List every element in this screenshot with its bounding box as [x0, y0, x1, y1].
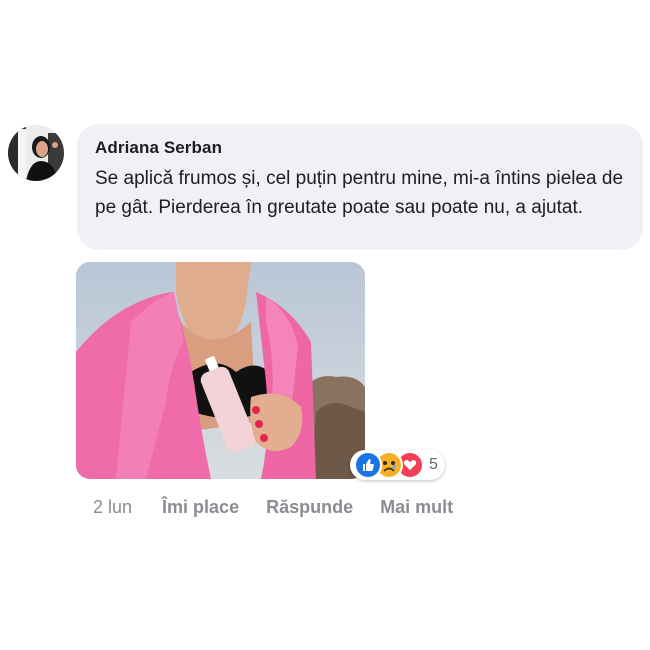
- more-button[interactable]: Mai mult: [380, 497, 453, 518]
- reaction-count: 5: [429, 456, 438, 473]
- reply-button[interactable]: Răspunde: [266, 497, 353, 518]
- avatar-image: [8, 125, 64, 181]
- comment-author[interactable]: Adriana Serban: [95, 138, 625, 158]
- like-button[interactable]: Îmi place: [162, 497, 239, 518]
- like-icon: [354, 451, 382, 479]
- comment-bubble: Adriana Serban Se aplică frumos și, cel …: [77, 124, 643, 250]
- avatar[interactable]: [8, 125, 64, 181]
- comment-actions: 2 lun Îmi place Răspunde Mai mult: [93, 497, 480, 518]
- comment-photo[interactable]: [76, 262, 365, 479]
- reaction-summary[interactable]: 5: [350, 450, 445, 480]
- comment-text: Se aplică frumos și, cel puțin pentru mi…: [95, 168, 624, 218]
- comment-timestamp[interactable]: 2 lun: [93, 497, 132, 518]
